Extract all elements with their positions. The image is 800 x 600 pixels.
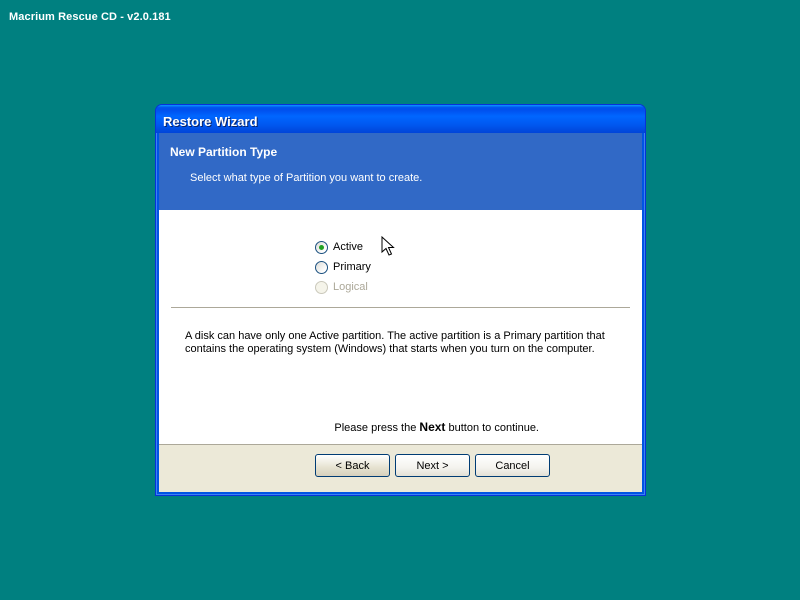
window-title: Restore Wizard — [163, 114, 258, 129]
radio-button-disabled-icon — [315, 280, 328, 294]
radio-button-icon[interactable] — [315, 260, 328, 274]
radio-label-logical: Logical — [333, 281, 368, 293]
dialog-client-area: New Partition Type Select what type of P… — [159, 133, 642, 492]
page-subtitle: Select what type of Partition you want t… — [190, 172, 423, 184]
wizard-header: New Partition Type Select what type of P… — [159, 133, 642, 210]
continue-text-before: Please press the — [334, 422, 420, 434]
desktop-title: Macrium Rescue CD - v2.0.181 — [9, 11, 171, 23]
description-text: A disk can have only one Active partitio… — [185, 330, 605, 355]
separator — [171, 307, 630, 309]
radio-logical: Logical — [315, 279, 368, 295]
radio-label-active[interactable]: Active — [333, 241, 363, 253]
mouse-pointer-icon — [381, 236, 395, 256]
continue-text-after: button to continue. — [445, 422, 539, 434]
title-bar[interactable]: Restore Wizard — [156, 105, 645, 133]
next-button[interactable]: Next > — [395, 454, 470, 477]
restore-wizard-dialog: Restore Wizard New Partition Type Select… — [155, 104, 646, 496]
page-title: New Partition Type — [170, 145, 278, 159]
radio-primary[interactable]: Primary — [315, 259, 371, 275]
back-button[interactable]: < Back — [315, 454, 390, 477]
continue-text-next: Next — [419, 420, 446, 434]
radio-label-primary[interactable]: Primary — [333, 261, 371, 273]
button-bar: < Back Next > Cancel — [159, 444, 642, 492]
radio-button-checked-icon[interactable] — [315, 240, 328, 254]
radio-active[interactable]: Active — [315, 239, 363, 255]
cancel-button[interactable]: Cancel — [475, 454, 550, 477]
continue-instruction: Please press the Next button to continue… — [159, 420, 642, 434]
